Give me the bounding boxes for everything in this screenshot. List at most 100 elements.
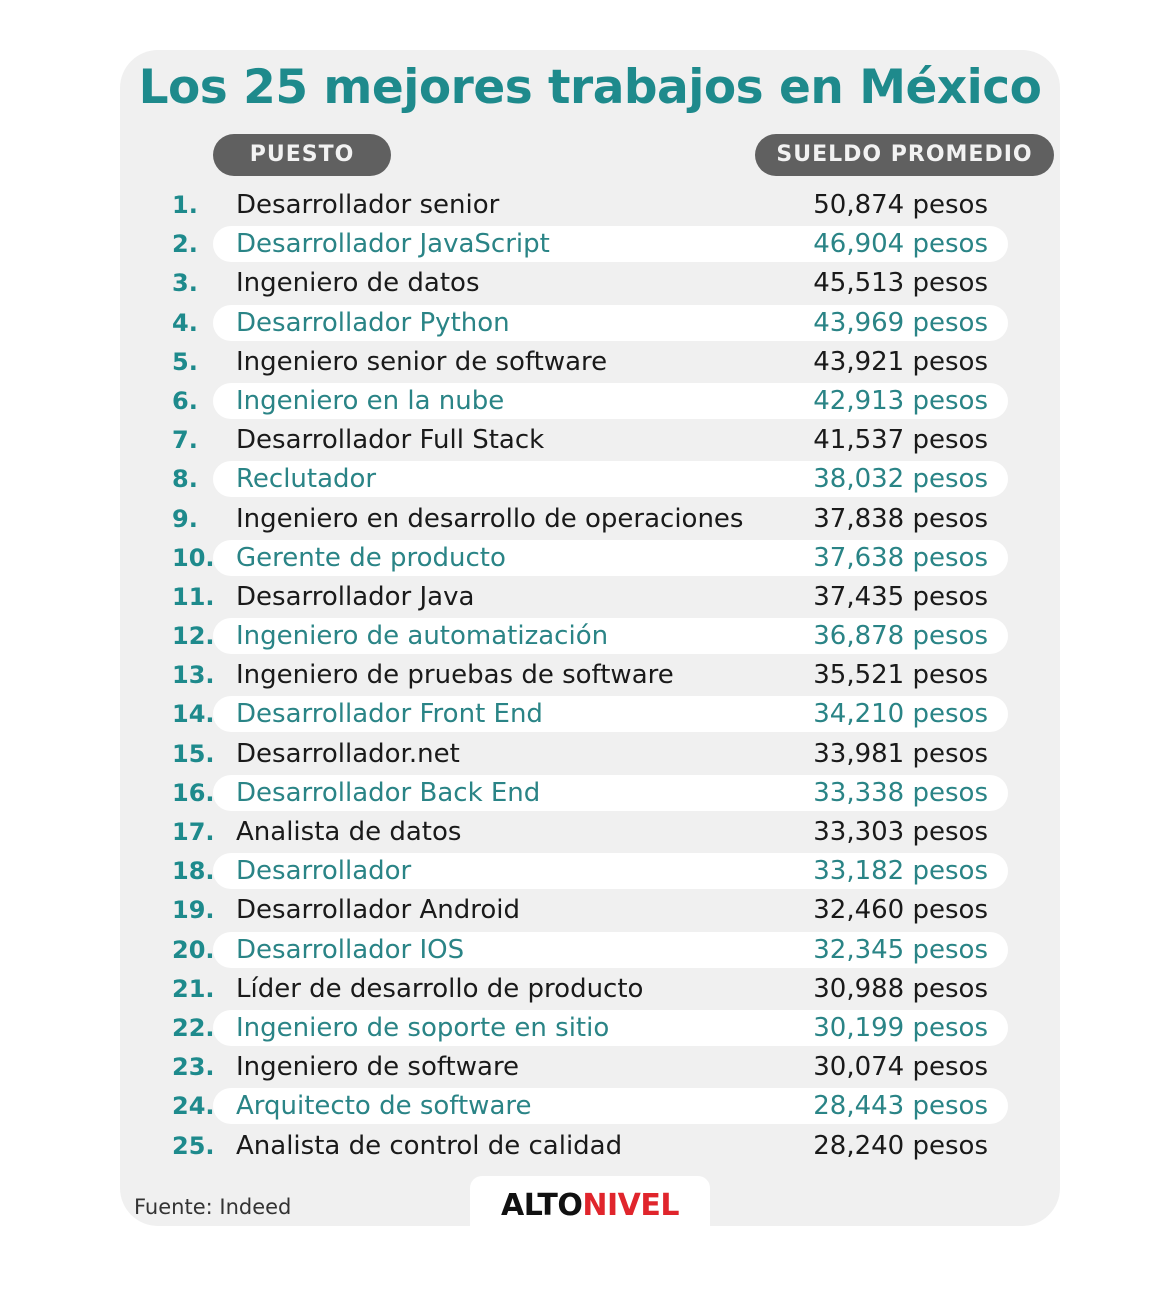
average-salary: 42,913 pesos [813,385,988,416]
job-title: Desarrollador Android [236,895,521,926]
rank-number: 9. [172,504,198,533]
rank-number: 16. [172,778,215,807]
average-salary: 32,460 pesos [813,895,988,926]
rank-number: 24. [172,1092,215,1121]
average-salary: 30,199 pesos [813,1012,988,1043]
average-salary: 43,969 pesos [813,307,988,338]
rank-number: 14. [172,700,215,729]
job-title: Ingeniero de soporte en sitio [236,1012,610,1043]
rank-number: 5. [172,347,198,376]
job-title: Ingeniero de pruebas de software [236,660,674,691]
altonivel-logo: ALTONIVEL [470,1186,710,1226]
average-salary: 34,210 pesos [813,699,988,730]
average-salary: 45,513 pesos [813,268,988,299]
list-item: 23. Ingeniero de software 30,074 pesos [0,1047,1170,1086]
rank-number: 22. [172,1013,215,1042]
job-title: Gerente de producto [236,542,506,573]
rank-number: 19. [172,896,215,925]
average-salary: 37,838 pesos [813,503,988,534]
average-salary: 28,443 pesos [813,1091,988,1122]
job-title: Líder de desarrollo de producto [236,973,644,1004]
job-title: Ingeniero de datos [236,268,480,299]
rank-number: 11. [172,582,215,611]
average-salary: 33,338 pesos [813,777,988,808]
rank-number: 12. [172,622,215,651]
list-item: 2. Desarrollador JavaScript 46,904 pesos [0,224,1170,263]
job-title: Desarrollador Python [236,307,510,338]
list-item: 16. Desarrollador Back End 33,338 pesos [0,773,1170,812]
list-item: 17. Analista de datos 33,303 pesos [0,812,1170,851]
average-salary: 37,435 pesos [813,581,988,612]
rank-number: 17. [172,818,215,846]
list-item: 19. Desarrollador Android 32,460 pesos [0,890,1170,929]
job-title: Ingeniero de automatización [236,621,609,652]
list-item: 4. Desarrollador Python 43,969 pesos [0,303,1170,342]
rank-number: 18. [172,857,215,886]
list-item: 21. Líder de desarrollo de producto 30,988… [0,969,1170,1008]
rank-number: 4. [172,308,198,337]
rank-number: 7. [172,426,198,455]
job-title: Desarrollador Front End [236,699,543,730]
list-item: 15. Desarrollador.net 33,981 pesos [0,734,1170,773]
list-item: 13. Ingeniero de pruebas de software 35,52… [0,655,1170,694]
average-salary: 33,303 pesos [813,817,988,847]
list-item: 5. Ingeniero senior de software 43,921 pes… [0,342,1170,381]
job-title: Desarrollador IOS [236,934,465,965]
average-salary: 33,981 pesos [813,738,988,769]
job-title: Analista de control de calidad [236,1130,623,1161]
average-salary: 46,904 pesos [813,229,988,260]
job-title: Desarrollador Full Stack [236,425,545,456]
average-salary: 30,074 pesos [813,1052,988,1083]
job-title: Desarrollador.net [236,738,460,769]
rank-number: 3. [172,269,198,298]
list-item: 20. Desarrollador IOS 32,345 pesos [0,930,1170,969]
average-salary: 50,874 pesos [813,190,988,220]
column-header-puesto: PUESTO [213,134,391,176]
list-item: 10. Gerente de producto 37,638 pesos [0,538,1170,577]
list-item: 22. Ingeniero de soporte en sitio 30,199 p… [0,1008,1170,1047]
jobs-list: 1. Desarrollador senior 50,874 pesos 2. Desa… [0,185,1170,1165]
rank-number: 15. [172,739,215,768]
column-header-sueldo: SUELDO PROMEDIO [755,134,1054,176]
rank-number: 13. [172,661,215,690]
list-item: 8. Reclutador 38,032 pesos [0,459,1170,498]
list-item: 1. Desarrollador senior 50,874 pesos [0,185,1170,224]
job-title: Desarrollador JavaScript [236,229,550,260]
list-item: 3. Ingeniero de datos 45,513 pesos [0,263,1170,302]
rank-number: 8. [172,465,198,494]
average-salary: 32,345 pesos [813,934,988,965]
job-title: Ingeniero senior de software [236,346,608,377]
list-item: 25. Analista de control de calidad 28,240 … [0,1126,1170,1165]
page-title: Los 25 mejores trabajos en México [138,60,1042,115]
job-title: Desarrollador Back End [236,777,541,808]
job-title: Ingeniero en desarrollo de operaciones [236,503,744,534]
list-item: 24. Arquitecto de software 28,443 pesos [0,1086,1170,1125]
list-item: 6. Ingeniero en la nube 42,913 pesos [0,381,1170,420]
job-title: Desarrollador [236,856,412,887]
list-item: 11. Desarrollador Java 37,435 pesos [0,577,1170,616]
average-salary: 43,921 pesos [813,346,988,377]
job-title: Desarrollador senior [236,190,500,220]
rank-number: 10. [172,543,215,572]
job-title: Desarrollador Java [236,581,475,612]
job-title: Ingeniero de software [236,1052,520,1083]
job-title: Reclutador [236,464,377,495]
job-title: Analista de datos [236,817,462,847]
average-salary: 28,240 pesos [813,1130,988,1161]
average-salary: 38,032 pesos [813,464,988,495]
average-salary: 36,878 pesos [813,621,988,652]
rank-number: 6. [172,386,198,415]
rank-number: 20. [172,935,215,964]
list-item: 9. Ingeniero en desarrollo de operaciones… [0,499,1170,538]
rank-number: 23. [172,1053,215,1082]
list-item: 7. Desarrollador Full Stack 41,537 pesos [0,420,1170,459]
average-salary: 35,521 pesos [813,660,988,691]
rank-number: 25. [172,1131,215,1160]
rank-number: 1. [172,191,198,219]
average-salary: 41,537 pesos [813,425,988,456]
list-item: 12. Ingeniero de automatización 36,878 pes… [0,616,1170,655]
list-item: 18. Desarrollador 33,182 pesos [0,851,1170,890]
job-title: Ingeniero en la nube [236,385,505,416]
average-salary: 37,638 pesos [813,542,988,573]
logo-text-nivel: NIVEL [582,1188,679,1223]
